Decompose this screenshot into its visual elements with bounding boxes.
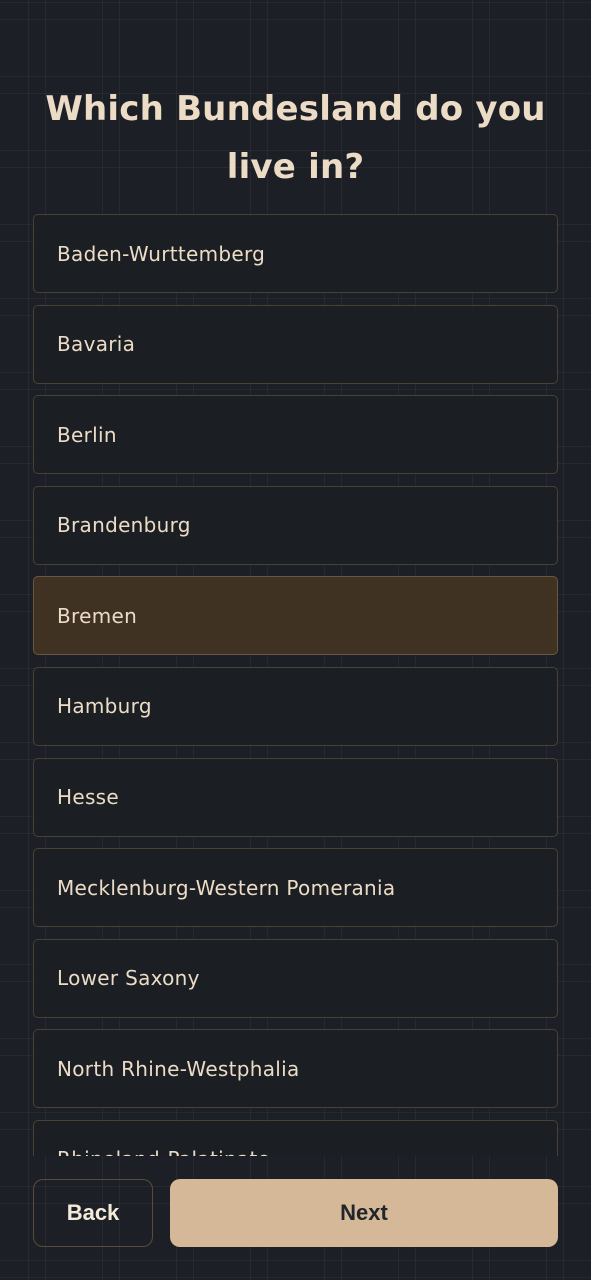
option-bremen[interactable]: Bremen bbox=[33, 576, 558, 656]
next-button[interactable]: Next bbox=[170, 1179, 558, 1247]
option-label: Bremen bbox=[57, 603, 138, 628]
bundesland-options-list: Baden-Wurttemberg Bavaria Berlin Branden… bbox=[33, 214, 558, 1156]
options-scroll-area[interactable]: Baden-Wurttemberg Bavaria Berlin Branden… bbox=[33, 214, 558, 1156]
option-north-rhine-westphalia[interactable]: North Rhine-Westphalia bbox=[33, 1029, 558, 1109]
page-title: Which Bundesland do you live in? bbox=[45, 89, 546, 187]
option-label: Rhineland-Palatinate bbox=[57, 1147, 270, 1156]
option-rhineland-palatinate[interactable]: Rhineland-Palatinate bbox=[33, 1119, 558, 1156]
bundesland-selection-screen: Which Bundesland do you live in? Baden-W… bbox=[0, 0, 591, 1280]
option-label: Bavaria bbox=[57, 332, 136, 357]
option-mecklenburg-western-pomerania[interactable]: Mecklenburg-Western Pomerania bbox=[33, 848, 558, 928]
option-hamburg[interactable]: Hamburg bbox=[33, 666, 558, 746]
option-baden-wurttemberg[interactable]: Baden-Wurttemberg bbox=[33, 214, 558, 293]
option-label: North Rhine-Westphalia bbox=[57, 1056, 300, 1081]
option-berlin[interactable]: Berlin bbox=[33, 395, 558, 475]
option-label: Berlin bbox=[57, 422, 117, 447]
option-label: Brandenburg bbox=[57, 513, 191, 538]
option-lower-saxony[interactable]: Lower Saxony bbox=[33, 938, 558, 1018]
back-button[interactable]: Back bbox=[33, 1179, 153, 1247]
option-bavaria[interactable]: Bavaria bbox=[33, 304, 558, 384]
option-label: Baden-Wurttemberg bbox=[57, 241, 266, 266]
option-hesse[interactable]: Hesse bbox=[33, 757, 558, 837]
option-label: Mecklenburg-Western Pomerania bbox=[57, 875, 396, 900]
option-label: Hamburg bbox=[57, 694, 152, 719]
option-brandenburg[interactable]: Brandenburg bbox=[33, 485, 558, 565]
option-label: Lower Saxony bbox=[57, 966, 200, 991]
option-label: Hesse bbox=[57, 785, 119, 810]
navigation-footer: Back Next bbox=[33, 1179, 558, 1247]
